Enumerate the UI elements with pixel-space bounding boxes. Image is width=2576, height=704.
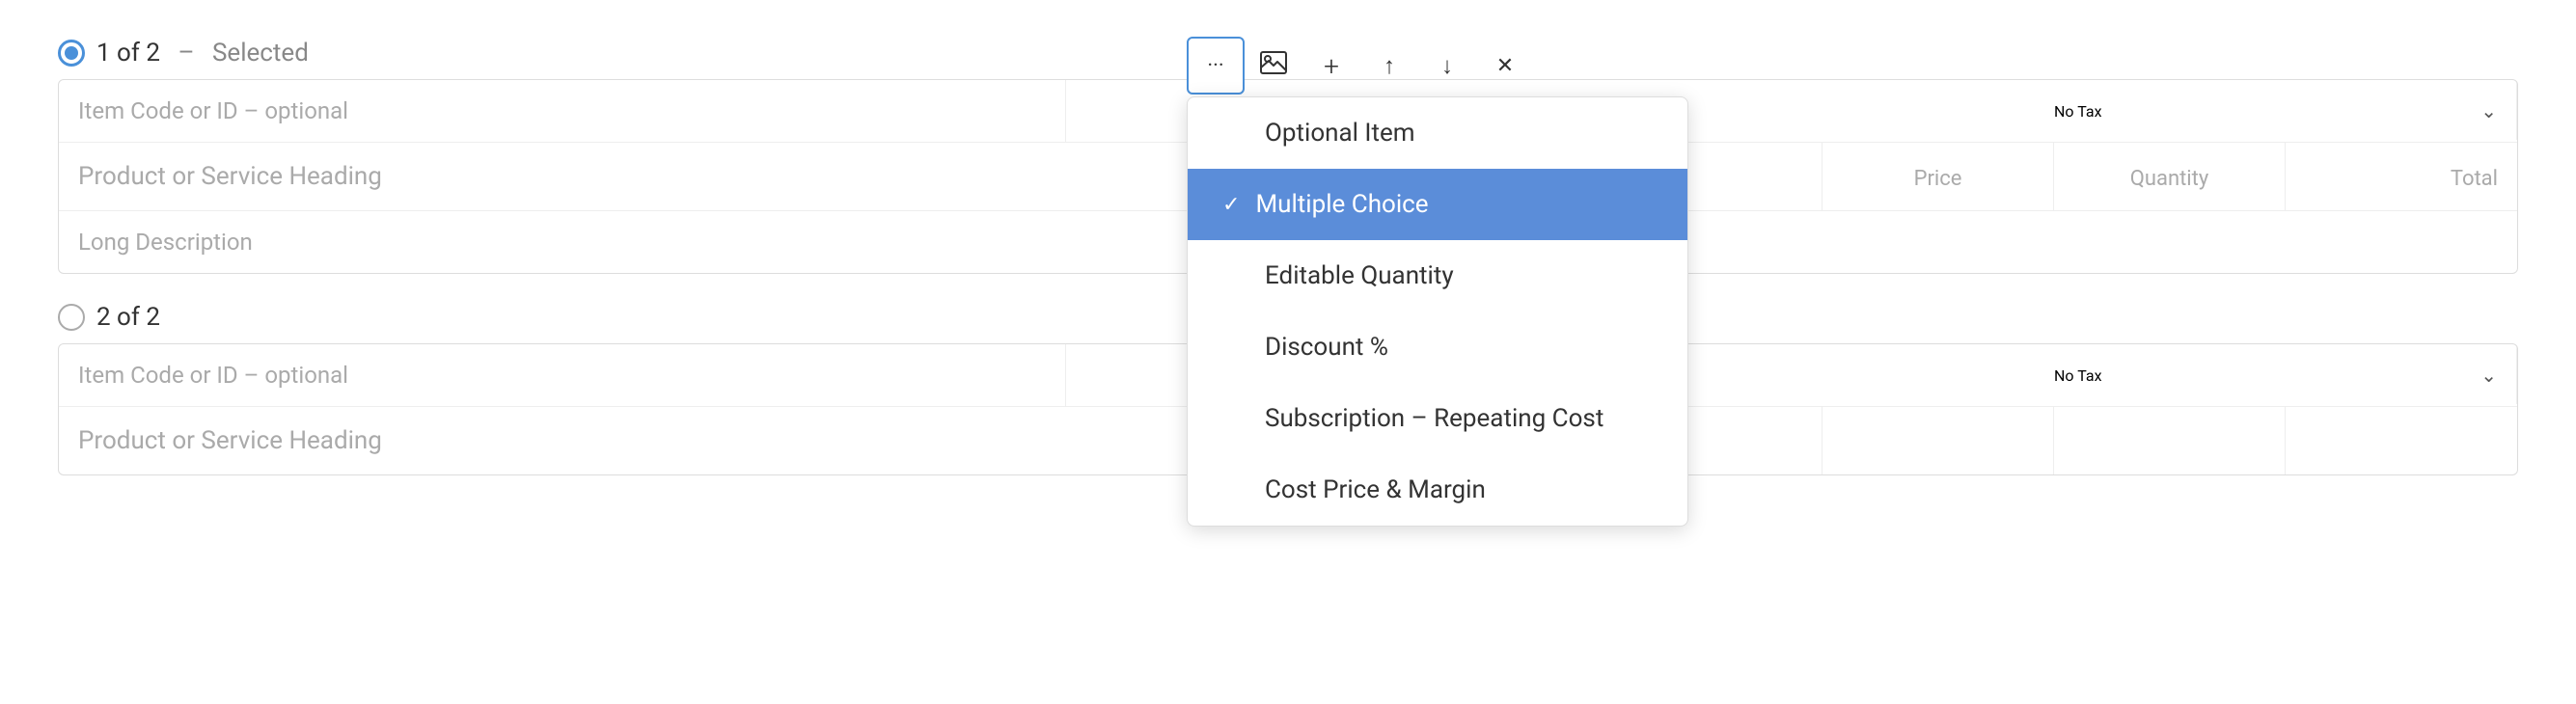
row1-dash: – xyxy=(172,39,201,68)
dropdown-label-optional-item: Optional Item xyxy=(1265,119,1415,148)
row2-radio[interactable] xyxy=(58,304,85,331)
page-container: 1 of 2 – Selected ··· + ↑ ↓ xyxy=(0,0,2576,704)
item-code-field-2[interactable]: Item Code or ID – optional xyxy=(59,344,1066,406)
dropdown-label-subscription-repeating: Subscription – Repeating Cost xyxy=(1265,404,1603,433)
move-up-button[interactable]: ↑ xyxy=(1360,37,1418,95)
add-icon: + xyxy=(1324,50,1339,82)
image-icon xyxy=(1260,51,1287,80)
total-cell-2 xyxy=(2286,407,2517,474)
image-button[interactable] xyxy=(1245,37,1302,95)
dropdown-label-multiple-choice: Multiple Choice xyxy=(1255,190,1428,219)
dropdown-item-multiple-choice[interactable]: ✓ Multiple Choice xyxy=(1188,169,1687,240)
more-button[interactable]: ··· xyxy=(1187,37,1245,95)
price-field-1[interactable]: Price xyxy=(1822,143,2054,210)
quantity-field-1[interactable]: Quantity xyxy=(2054,143,2286,210)
more-icon: ··· xyxy=(1207,54,1223,78)
dropdown-item-subscription-repeating[interactable]: Subscription – Repeating Cost xyxy=(1188,383,1687,454)
close-icon: ✕ xyxy=(1496,54,1514,78)
checkmark-icon: ✓ xyxy=(1222,193,1240,217)
quantity-label-1: Quantity xyxy=(2073,167,2265,191)
total-label-1: Total xyxy=(2451,167,2498,191)
row1-selector: 1 of 2 – Selected xyxy=(58,39,309,68)
chevron-down-icon-1: ⌄ xyxy=(2480,99,2497,122)
tax-select-2[interactable]: No Tax ⌄ xyxy=(2035,346,2517,404)
dropdown-label-discount-percent: Discount % xyxy=(1265,333,1388,362)
row1-label: 1 of 2 xyxy=(96,39,160,68)
row2-label: 2 of 2 xyxy=(96,303,160,332)
item-code-field-1[interactable]: Item Code or ID – optional xyxy=(59,80,1066,142)
dropdown-item-editable-quantity[interactable]: Editable Quantity xyxy=(1188,240,1687,311)
toolbar: ··· + ↑ ↓ ✕ xyxy=(1187,37,1534,95)
add-button[interactable]: + xyxy=(1302,37,1360,95)
dropdown-item-cost-price-margin[interactable]: Cost Price & Margin xyxy=(1188,454,1687,526)
quantity-cell-2[interactable] xyxy=(2054,407,2286,474)
dropdown-label-cost-price-margin: Cost Price & Margin xyxy=(1265,475,1486,504)
price-label-1: Price xyxy=(1842,167,2034,191)
down-arrow-icon: ↓ xyxy=(1441,52,1453,80)
total-field-1: Total xyxy=(2286,143,2517,210)
up-arrow-icon: ↑ xyxy=(1384,52,1395,80)
tax-select-1[interactable]: No Tax ⌄ xyxy=(2035,82,2517,140)
move-down-button[interactable]: ↓ xyxy=(1418,37,1476,95)
tax-value-1: No Tax xyxy=(2054,102,2102,121)
dropdown-item-discount-percent[interactable]: Discount % xyxy=(1188,311,1687,383)
row1-selected-text: Selected xyxy=(212,39,309,68)
delete-button[interactable]: ✕ xyxy=(1476,37,1534,95)
dropdown-menu: Optional Item ✓ Multiple Choice Editable… xyxy=(1187,96,1688,527)
tax-value-2: No Tax xyxy=(2054,366,2102,385)
dropdown-label-editable-quantity: Editable Quantity xyxy=(1265,261,1454,290)
row1-radio[interactable] xyxy=(58,40,85,67)
chevron-down-icon-2: ⌄ xyxy=(2480,364,2497,387)
price-cell-2[interactable] xyxy=(1822,407,2054,474)
dropdown-item-optional-item[interactable]: Optional Item xyxy=(1188,97,1687,169)
